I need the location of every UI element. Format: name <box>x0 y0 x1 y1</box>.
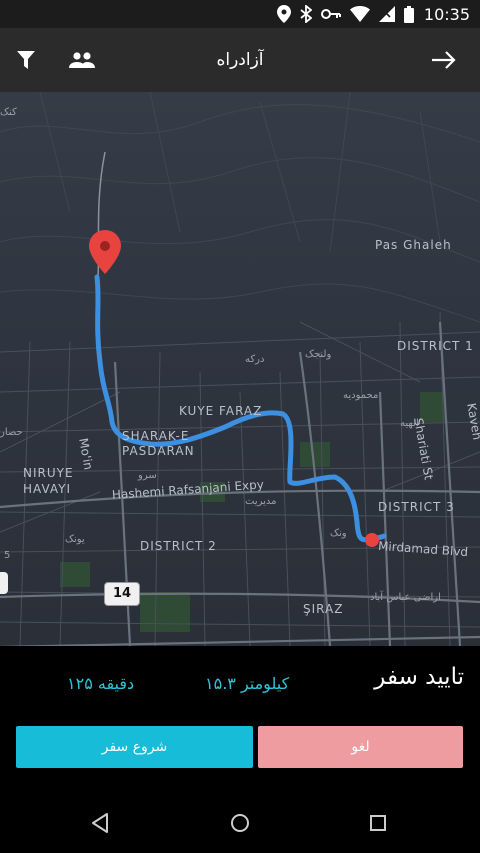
trip-distance: ۱۵.۳ کیلومتر <box>205 674 290 693</box>
people-icon[interactable] <box>58 28 106 92</box>
location-icon <box>276 5 291 23</box>
app-bar: آزادراه <box>0 28 480 92</box>
cancel-button[interactable]: لغو <box>258 726 463 768</box>
back-triangle-icon[interactable] <box>80 807 120 839</box>
trip-panel: تایید سفر ۱۵.۳ کیلومتر ۱۲۵ دقیقه شروع سف… <box>0 646 480 793</box>
map-canvas <box>0 92 480 646</box>
status-bar: 10:35 <box>0 0 480 28</box>
battery-icon <box>403 5 414 23</box>
filter-icon[interactable] <box>2 28 50 92</box>
trip-title: تایید سفر <box>374 664 464 690</box>
trip-duration: ۱۲۵ دقیقه <box>67 674 135 693</box>
key-icon <box>320 8 341 20</box>
recents-square-icon[interactable] <box>358 807 398 839</box>
system-nav-bar <box>0 793 480 853</box>
clock: 10:35 <box>423 4 470 24</box>
home-circle-icon[interactable] <box>220 807 260 839</box>
wifi-icon <box>349 6 370 22</box>
road-shield-partial <box>0 572 8 594</box>
start-trip-button[interactable]: شروع سفر <box>16 726 253 768</box>
bluetooth-icon <box>300 5 312 23</box>
no-signal-icon <box>378 6 395 22</box>
arrow-forward-icon[interactable] <box>420 28 468 92</box>
road-shield-14: 14 <box>104 582 140 606</box>
map-view[interactable]: Pas Ghaleh DISTRICT 1 DISTRICT 2 DISTRIC… <box>0 92 480 646</box>
destination-dot[interactable] <box>365 533 379 547</box>
